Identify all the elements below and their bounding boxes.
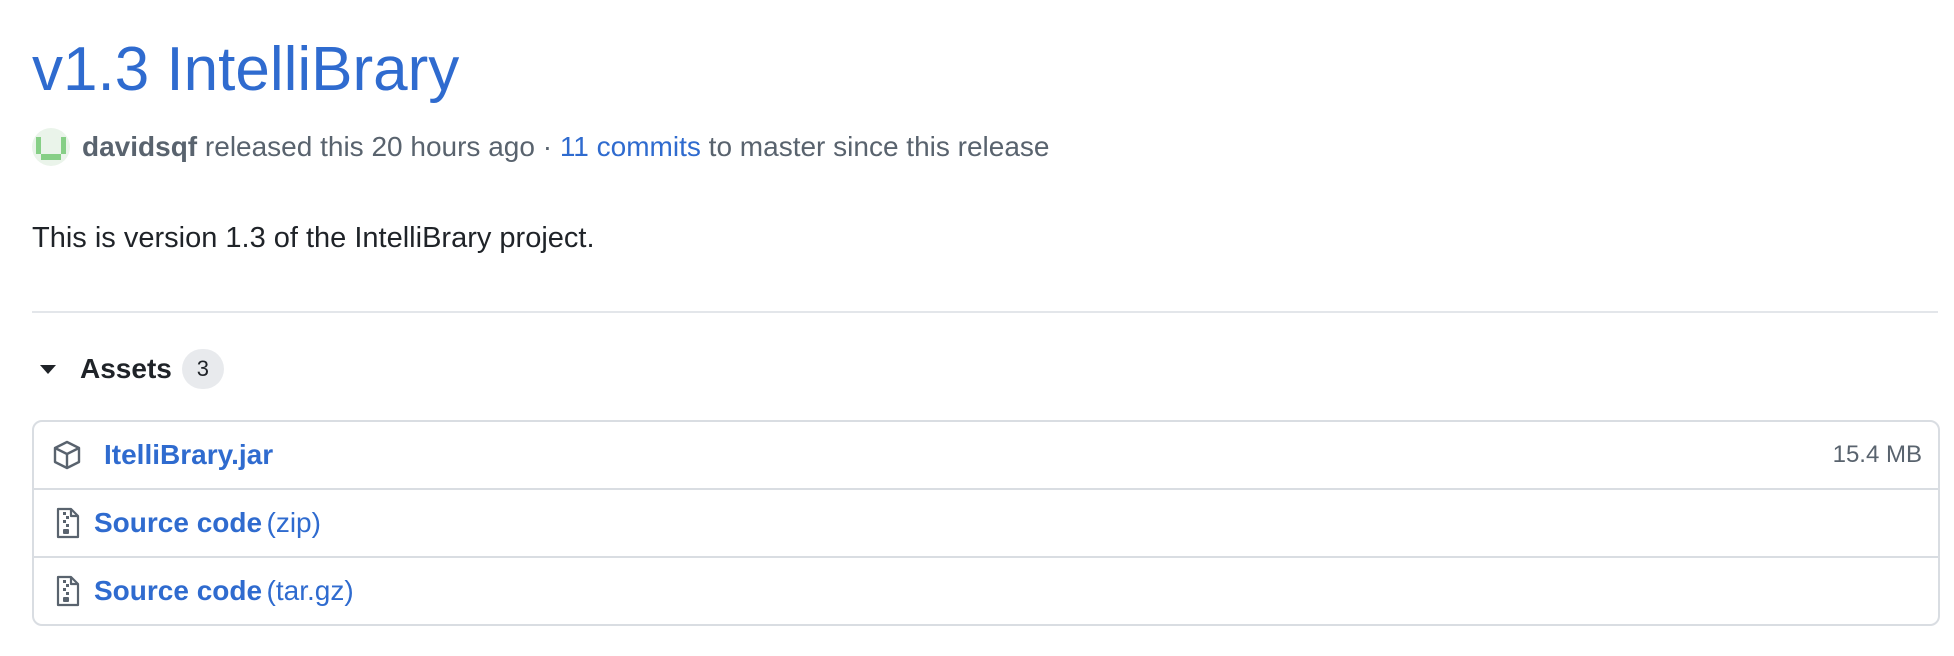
assets-list: ItelliBrary.jar 15.4 MB Source code (zip… — [32, 420, 1940, 626]
asset-size: 15.4 MB — [1832, 441, 1922, 468]
assets-toggle[interactable]: Assets 3 — [32, 348, 224, 390]
asset-link[interactable]: ItelliBrary.jar — [104, 439, 273, 471]
released-text: released this 20 hours ago — [204, 131, 535, 162]
release-description: This is version 1.3 of the IntelliBrary … — [32, 222, 595, 254]
asset-row: ItelliBrary.jar 15.4 MB — [34, 422, 1938, 488]
source-code-zip-link[interactable]: Source code — [94, 507, 262, 539]
package-icon — [50, 438, 84, 472]
file-zip-icon — [50, 574, 84, 608]
release-page: v1.3 IntelliBrary davidsqf released this… — [0, 0, 1954, 656]
triangle-down-icon — [40, 364, 56, 374]
commits-suffix: to master since this release — [708, 131, 1050, 162]
assets-label: Assets — [80, 353, 172, 384]
source-code-zip-suffix[interactable]: (zip) — [267, 507, 321, 539]
assets-count-badge: 3 — [181, 349, 224, 389]
author-link[interactable]: davidsqf — [82, 131, 197, 163]
release-meta: davidsqf released this 20 hours ago · 11… — [32, 126, 1049, 168]
commits-link[interactable]: 11 commits — [560, 131, 701, 163]
divider — [32, 311, 1938, 313]
avatar[interactable] — [32, 128, 70, 166]
source-code-targz-suffix[interactable]: (tar.gz) — [267, 575, 354, 607]
meta-separator: · — [542, 131, 553, 162]
file-zip-icon — [50, 506, 84, 540]
release-title[interactable]: v1.3 IntelliBrary — [32, 28, 459, 112]
asset-row: Source code (tar.gz) — [34, 556, 1938, 624]
source-code-targz-link[interactable]: Source code — [94, 575, 262, 607]
asset-row: Source code (zip) — [34, 488, 1938, 556]
